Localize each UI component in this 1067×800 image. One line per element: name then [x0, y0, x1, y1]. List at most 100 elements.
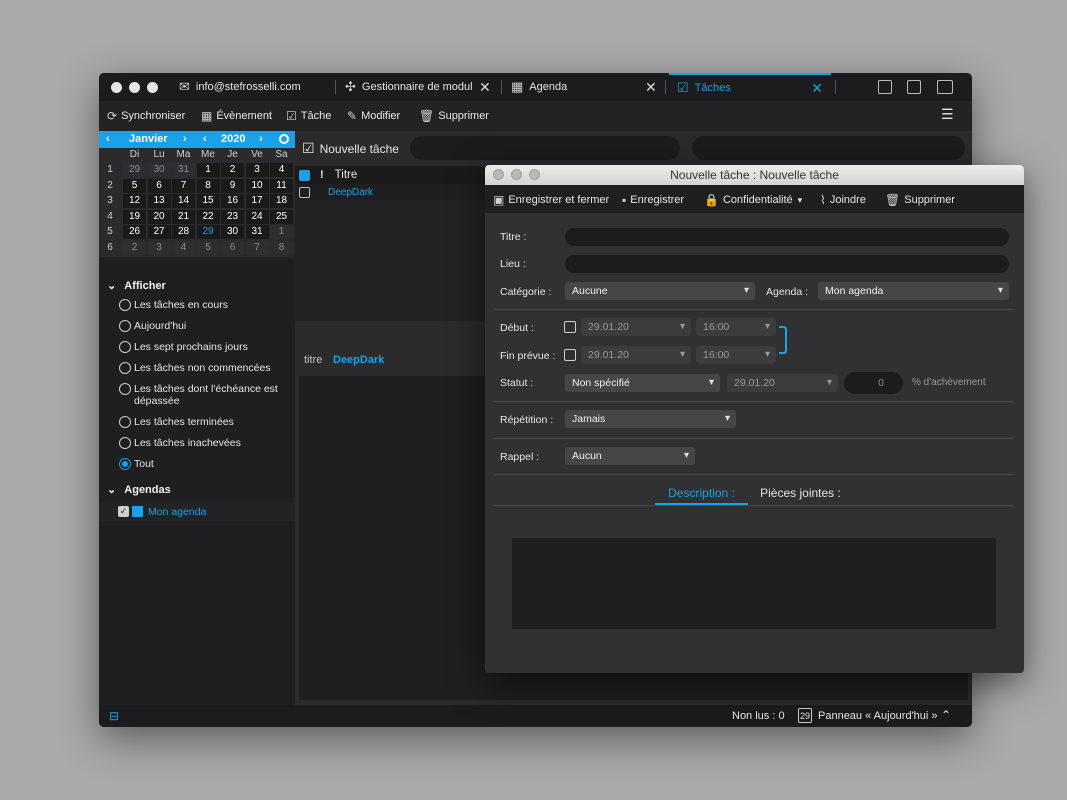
calendar-day[interactable]: 3: [147, 240, 171, 255]
calendar-day[interactable]: 13: [147, 194, 171, 208]
search-input[interactable]: [692, 136, 965, 160]
start-time-picker[interactable]: 16:00 ▾: [696, 318, 776, 336]
calendar-day[interactable]: 1: [196, 163, 220, 177]
repeat-select[interactable]: Jamais ▾: [565, 410, 736, 428]
calendar-tab-icon[interactable]: [878, 80, 892, 94]
next-year-icon[interactable]: ›: [259, 133, 263, 145]
sync-button[interactable]: ⟳ Synchroniser: [107, 109, 185, 123]
priority-column[interactable]: !: [320, 169, 324, 181]
calendar-day[interactable]: 31: [245, 225, 269, 239]
calendar-day[interactable]: 10: [245, 178, 269, 193]
dialog-delete-button[interactable]: 🗑 Supprimer: [885, 193, 955, 207]
calendar-day[interactable]: 4: [172, 240, 195, 255]
calendar-day[interactable]: 11: [270, 178, 293, 193]
calendar-day[interactable]: 16: [221, 194, 244, 208]
calendar-day[interactable]: 7: [245, 240, 269, 255]
calendar-day[interactable]: 21: [172, 209, 195, 224]
radio-button[interactable]: [119, 299, 131, 311]
connection-icon[interactable]: ⊟: [109, 709, 119, 723]
due-time-picker[interactable]: 16:00 ▾: [696, 346, 776, 364]
radio-button[interactable]: [119, 362, 131, 374]
calendar-day[interactable]: 30: [221, 225, 244, 239]
show-section[interactable]: ⌄ Afficher: [107, 279, 166, 292]
prev-year-icon[interactable]: ‹: [203, 133, 207, 145]
agenda-item[interactable]: ✓ Mon agenda: [99, 502, 295, 521]
calendar-day[interactable]: 7: [172, 178, 195, 193]
zoom-window-button[interactable]: [147, 82, 158, 93]
calendar-month[interactable]: Janvier: [129, 133, 168, 145]
new-task-button[interactable]: ☑ Nouvelle tâche: [302, 140, 399, 157]
filter-option[interactable]: Tout: [119, 458, 154, 470]
tab-tasks[interactable]: ☑ Tâches ✕: [669, 73, 831, 101]
tab-agenda[interactable]: ▦ Agenda: [511, 73, 567, 101]
prev-month-icon[interactable]: ‹: [106, 133, 110, 145]
menu-icon[interactable]: ☰: [941, 106, 954, 123]
minimize-window-button[interactable]: [129, 82, 140, 93]
privacy-button[interactable]: 🔒 Confidentialité ▾: [704, 193, 802, 207]
calendar-day[interactable]: 2: [123, 240, 146, 255]
new-task-button[interactable]: ☑ Tâche: [286, 109, 331, 123]
new-event-button[interactable]: ▦ Évènement: [201, 109, 272, 123]
tab-addons[interactable]: ✣ Gestionnaire de modul: [345, 73, 475, 101]
radio-button[interactable]: [119, 341, 131, 353]
calendar-day[interactable]: 30: [147, 163, 171, 177]
tab-attachments[interactable]: Pièces jointes :: [753, 486, 848, 505]
today-icon[interactable]: [279, 134, 289, 144]
radio-button[interactable]: [119, 320, 131, 332]
calendar-day[interactable]: 26: [123, 225, 146, 239]
calendar-day[interactable]: 19: [123, 209, 146, 224]
edit-button[interactable]: ✎ Modifier: [347, 109, 400, 123]
calendar-day[interactable]: 29: [123, 163, 146, 177]
dialog-minimize-button[interactable]: [511, 169, 522, 180]
start-checkbox[interactable]: [564, 321, 576, 333]
title-field[interactable]: [565, 228, 1009, 246]
calendar-day[interactable]: 4: [270, 163, 293, 177]
percent-complete-input[interactable]: 0: [844, 372, 903, 394]
radio-button[interactable]: [119, 383, 131, 395]
completed-date-picker[interactable]: 29.01.20 ▾: [727, 374, 838, 392]
save-close-button[interactable]: ▣ Enregistrer et fermer: [493, 193, 609, 207]
tab-mail[interactable]: ✉ info@stefrosselli.com: [179, 73, 301, 101]
close-tab-icon[interactable]: ✕: [811, 80, 823, 97]
filter-option[interactable]: Les sept prochains jours: [119, 341, 248, 353]
due-checkbox[interactable]: [564, 349, 576, 361]
calendar-day[interactable]: 5: [196, 240, 220, 255]
calendar-day[interactable]: 8: [196, 178, 220, 193]
close-tab-icon[interactable]: ✕: [479, 79, 491, 96]
filter-option[interactable]: Les tâches inachevées: [119, 437, 241, 449]
calendar-day[interactable]: 14: [172, 194, 195, 208]
filter-option[interactable]: Les tâches terminées: [119, 416, 234, 428]
agendas-section[interactable]: ⌄ Agendas: [107, 483, 171, 496]
calendar-day[interactable]: 5: [123, 178, 146, 193]
reminder-select[interactable]: Aucun ▾: [565, 447, 695, 465]
filter-option[interactable]: Les tâches dont l'échéance est dépassée: [119, 383, 289, 407]
dialog-close-button[interactable]: [493, 169, 504, 180]
close-tab-icon[interactable]: ✕: [645, 79, 657, 96]
link-icon[interactable]: [779, 326, 787, 354]
checkbox-checked-icon[interactable]: ✓: [118, 506, 129, 517]
task-done-checkbox[interactable]: [299, 186, 310, 198]
quick-add-field[interactable]: [410, 136, 680, 160]
status-select[interactable]: Non spécifié ▾: [565, 374, 720, 392]
select-all-checkbox[interactable]: [299, 169, 310, 181]
calendar-day[interactable]: 9: [221, 178, 244, 193]
dialog-zoom-button[interactable]: [529, 169, 540, 180]
delete-button[interactable]: 🗑 Supprimer: [419, 109, 489, 123]
calendar-day[interactable]: 24: [245, 209, 269, 224]
due-date-picker[interactable]: 29.01.20 ▾: [581, 346, 691, 364]
calendar-day[interactable]: 31: [172, 163, 195, 177]
calendar-day[interactable]: 3: [245, 163, 269, 177]
calendar-day[interactable]: 2: [221, 163, 244, 177]
start-date-picker[interactable]: 29.01.20 ▾: [581, 318, 691, 336]
calendar-day[interactable]: 1: [270, 225, 293, 239]
location-field[interactable]: [565, 255, 1009, 273]
calendar-year[interactable]: 2020: [221, 133, 245, 145]
title-column[interactable]: Titre: [335, 169, 358, 181]
calendar-day[interactable]: 12: [123, 194, 146, 208]
calendar-day[interactable]: 17: [245, 194, 269, 208]
filter-option[interactable]: Les tâches en cours: [119, 299, 228, 311]
chevron-up-icon[interactable]: ⌃: [941, 708, 951, 722]
calendar-day[interactable]: 15: [196, 194, 220, 208]
calendar-day[interactable]: 29: [196, 225, 220, 239]
attach-button[interactable]: ⌇ Joindre: [820, 193, 866, 207]
